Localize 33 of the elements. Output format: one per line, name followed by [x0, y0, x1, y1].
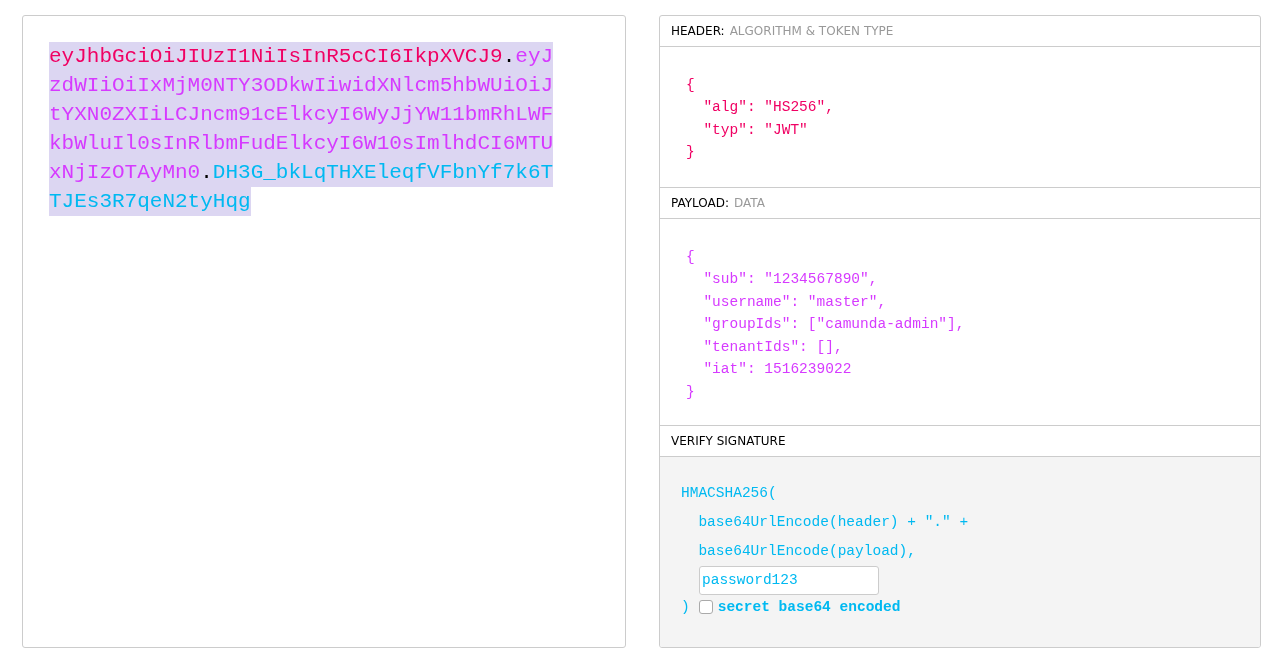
token-segment: DH3G_bkLqTHXEleqfVFbnYf7k6T: [212, 158, 554, 187]
code-line: "tenantIds": [],: [702, 337, 843, 357]
encoded-token-panel[interactable]: [22, 15, 626, 648]
token-segment: .: [200, 158, 213, 187]
section-subtitle: DATA: [734, 195, 765, 210]
code-line: ): [681, 598, 690, 615]
code-line: "iat": 1516239022: [702, 360, 852, 380]
checkbox[interactable]: [698, 599, 713, 614]
section-title: VERIFY SIGNATURE: [671, 433, 786, 448]
code-line: base64UrlEncode(header) + "." +: [697, 512, 969, 532]
code-line: "alg": "HS256",: [702, 98, 834, 118]
code-line: "sub": "1234567890",: [702, 270, 878, 290]
secret-input-field[interactable]: password123: [699, 565, 879, 595]
checkbox-label[interactable]: secret base64 encoded: [717, 598, 901, 615]
code-line: HMACSHA256(: [681, 483, 777, 503]
token-segment: zdWIiOiIxMjM0NTY3ODkwIiwidXNlcm5hbWUiOiJ: [49, 71, 554, 100]
code-line: "groupIds": ["camunda-admin"],: [702, 315, 965, 335]
code-line: "username": "master",: [702, 292, 887, 312]
code-line: {: [686, 75, 695, 95]
code-line: }: [686, 382, 695, 402]
section-subtitle: ALGORITHM & TOKEN TYPE: [729, 23, 894, 38]
section-title: PAYLOAD:: [671, 195, 730, 210]
token-segment: tYXN0ZXIiLCJncm91cElkcyI6WyJjYW11bmRhLWF: [49, 100, 554, 129]
token-segment: eyJhbGciOiJIUzI1NiIsInR5cCI6IkpXVCJ9: [49, 42, 503, 71]
token-segment: TJEs3R7qeN2tyHqg: [49, 187, 251, 216]
token-segment: eyJ: [515, 42, 554, 71]
code-line: "typ": "JWT": [702, 120, 808, 140]
code-line: base64UrlEncode(payload),: [697, 541, 916, 561]
token-segment: kbWluIl0sInRlbmFudElkcyI6W10sImlhdCI6MTU: [49, 129, 554, 158]
code-line: {: [686, 247, 695, 267]
section-title: HEADER:: [671, 23, 725, 38]
token-segment: xNjIzOTAyMn0: [49, 158, 201, 187]
code-line: }: [686, 143, 695, 163]
